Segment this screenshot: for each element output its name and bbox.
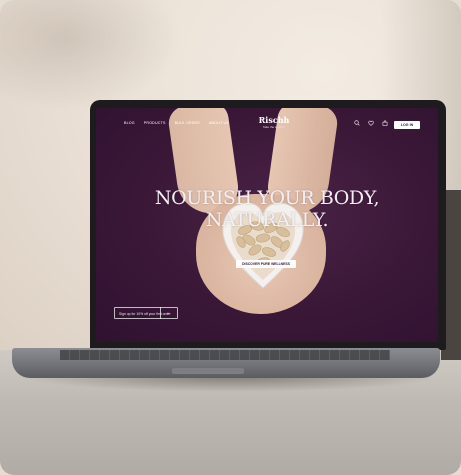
- nav-link-bulk-order[interactable]: BULK ORDER: [175, 121, 200, 125]
- brand-name: Rischh: [258, 115, 290, 125]
- hero-headline-line2: NATURALLY.: [205, 208, 329, 231]
- mockup-scene: BLOG PRODUCTS BULK ORDER ABOUT US Rischh…: [0, 0, 461, 475]
- bag-icon[interactable]: [382, 120, 388, 126]
- signup-submit-button[interactable]: →: [160, 307, 175, 319]
- site-header: BLOG PRODUCTS BULK ORDER ABOUT US Rischh…: [96, 108, 438, 138]
- hero-headline: NOURISH YOUR BODY, NATURALLY.: [96, 187, 438, 231]
- login-button[interactable]: LOG IN: [394, 121, 420, 129]
- brand-logo[interactable]: Rischh Take the Healthy: [254, 115, 294, 130]
- nav-icons: [354, 120, 388, 126]
- heart-icon[interactable]: [368, 120, 374, 126]
- hero-headline-line1: NOURISH YOUR BODY,: [154, 186, 380, 209]
- leaf-shadow: [0, 0, 180, 110]
- nav-link-products[interactable]: PRODUCTS: [144, 121, 166, 125]
- nav-links: BLOG PRODUCTS BULK ORDER ABOUT US: [124, 121, 229, 125]
- laptop-screen: BLOG PRODUCTS BULK ORDER ABOUT US Rischh…: [96, 108, 438, 342]
- search-icon[interactable]: [354, 120, 360, 126]
- laptop-keyboard: [60, 350, 390, 360]
- discover-button[interactable]: DISCOVER PURE WELLNESS: [236, 260, 296, 268]
- nav-link-about-us[interactable]: ABOUT US: [209, 121, 229, 125]
- nav-link-blog[interactable]: BLOG: [124, 121, 135, 125]
- laptop-shadow: [20, 376, 440, 392]
- brand-tagline: Take the Healthy: [262, 125, 286, 129]
- laptop-trackpad: [172, 368, 244, 374]
